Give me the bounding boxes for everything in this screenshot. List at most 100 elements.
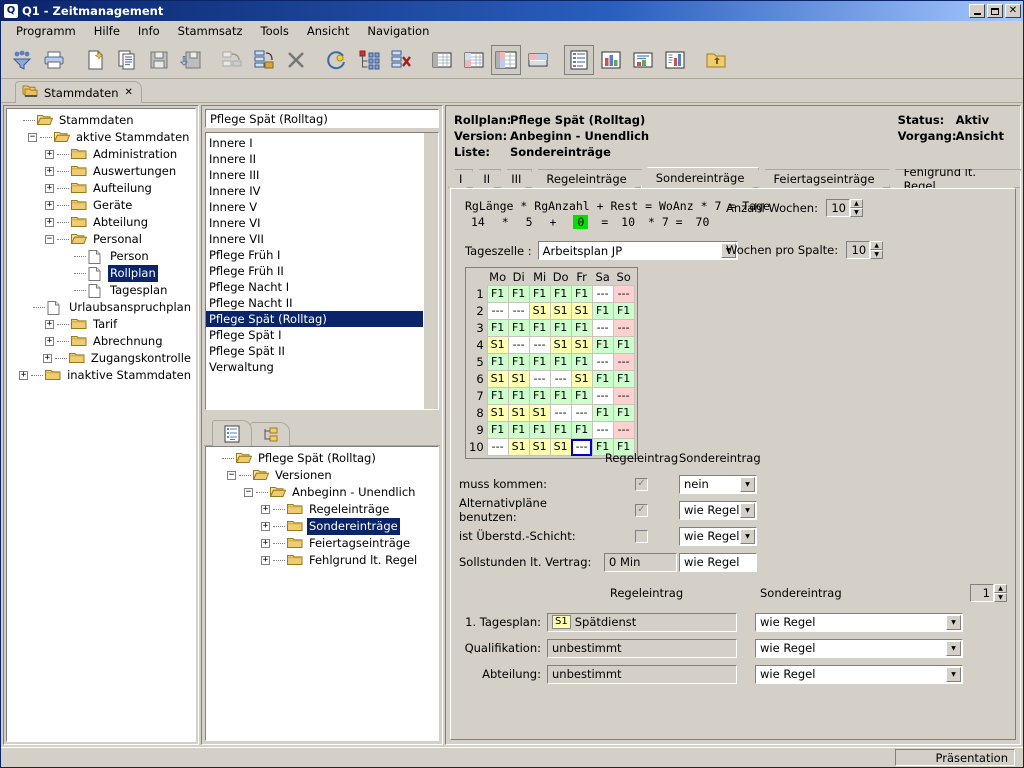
- grid-cell[interactable]: ---: [592, 422, 613, 439]
- collapse-icon[interactable]: −: [28, 133, 37, 142]
- list-item[interactable]: Innere I: [206, 135, 438, 151]
- delete-x-icon[interactable]: [281, 45, 311, 75]
- list-item[interactable]: Pflege Spät (Rolltag): [206, 311, 438, 327]
- version-tree-item-label[interactable]: Anbeginn - Unendlich: [290, 484, 417, 501]
- close-button[interactable]: ✕: [1005, 4, 1021, 18]
- spinner-up-icon[interactable]: ▲: [870, 241, 883, 250]
- apply-icon[interactable]: [249, 45, 279, 75]
- spinner-down-icon[interactable]: ▼: [870, 250, 883, 259]
- formula-rest-value[interactable]: 0: [573, 215, 588, 229]
- grid-cell[interactable]: F1: [613, 405, 634, 422]
- grid-cell[interactable]: S1: [529, 405, 550, 422]
- spinner-up-icon[interactable]: ▲: [850, 199, 863, 208]
- grid-cell[interactable]: F1: [529, 320, 550, 337]
- wochen-pro-spalte-value[interactable]: 10: [846, 241, 870, 259]
- grid-cell[interactable]: ---: [613, 354, 634, 371]
- list-item[interactable]: Innere IV: [206, 183, 438, 199]
- grid-cell[interactable]: F1: [613, 337, 634, 354]
- chevron-down-icon[interactable]: ▼: [740, 477, 755, 492]
- checkbox-regeleintrag[interactable]: ✓: [635, 504, 648, 517]
- grid-cell[interactable]: ---: [550, 405, 571, 422]
- version-tree-item-node[interactable]: +Regeleinträge: [208, 501, 436, 518]
- list-scrollbar[interactable]: [423, 133, 438, 409]
- expand-icon[interactable]: +: [261, 522, 270, 531]
- table-detail-icon[interactable]: [523, 45, 553, 75]
- tab-i[interactable]: I: [448, 169, 473, 188]
- doc-tab-stammdaten[interactable]: Stammdaten ✕: [15, 81, 142, 103]
- list-item[interactable]: Pflege Früh II: [206, 263, 438, 279]
- filter-people-icon[interactable]: [7, 45, 37, 75]
- collapse-icon[interactable]: −: [244, 488, 253, 497]
- list-item[interactable]: Pflege Früh I: [206, 247, 438, 263]
- menu-programm[interactable]: Programm: [7, 22, 85, 40]
- version-tree-item-node[interactable]: − Anbeginn - Unendlich: [208, 484, 436, 501]
- grid-cell[interactable]: F1: [550, 286, 571, 303]
- grid-cell[interactable]: S1: [508, 405, 529, 422]
- stammdaten-tree-item-label[interactable]: Aufteilung: [91, 180, 154, 197]
- stammdaten-tree-item-node[interactable]: +Auswertungen: [9, 163, 193, 180]
- list-item[interactable]: Innere V: [206, 199, 438, 215]
- tab-fehlgrund-lt-regel[interactable]: Fehlgrund lt. Regel: [889, 169, 1021, 188]
- chevron-down-icon[interactable]: ▼: [740, 503, 755, 518]
- anzahl-wochen-value[interactable]: 10: [826, 199, 850, 217]
- grid-cell[interactable]: F1: [571, 320, 592, 337]
- grid-cell[interactable]: ---: [592, 320, 613, 337]
- grid-cell[interactable]: F1: [571, 388, 592, 405]
- stammdaten-tree-item-node[interactable]: Urlaubsanspruchplan: [9, 299, 193, 316]
- menu-navigation[interactable]: Navigation: [358, 22, 438, 40]
- minimize-button[interactable]: [969, 4, 985, 18]
- list-item[interactable]: Pflege Nacht II: [206, 295, 438, 311]
- undo-icon[interactable]: [217, 45, 247, 75]
- expand-icon[interactable]: +: [45, 320, 54, 329]
- version-tree-item-node[interactable]: +Feiertagseinträge: [208, 535, 436, 552]
- tab-iii[interactable]: III: [500, 169, 532, 188]
- expand-icon[interactable]: +: [45, 337, 54, 346]
- save-icon[interactable]: [144, 45, 174, 75]
- rollplan-list[interactable]: Innere IInnere IIInnere IIIInnere IVInne…: [206, 133, 438, 377]
- grid-cell[interactable]: F1: [571, 422, 592, 439]
- stammdaten-tree-item-node[interactable]: +Zugangskontrolle: [9, 350, 193, 367]
- stammdaten-tree-item-node[interactable]: Person: [9, 248, 193, 265]
- version-tree-item-label[interactable]: Regeleinträge: [307, 501, 391, 518]
- stammdaten-tree-item-label[interactable]: Auswertungen: [91, 163, 178, 180]
- tab-ii[interactable]: II: [472, 169, 501, 188]
- expand-icon[interactable]: +: [19, 371, 28, 380]
- grid-cell[interactable]: ---: [613, 388, 634, 405]
- grid-cell[interactable]: S1: [508, 371, 529, 388]
- chart-bar-icon[interactable]: [596, 45, 626, 75]
- mini-tab-list-view[interactable]: [212, 420, 252, 446]
- list-item[interactable]: Innere VII: [206, 231, 438, 247]
- grid-cell[interactable]: F1: [487, 388, 508, 405]
- menu-info[interactable]: Info: [129, 22, 169, 40]
- expand-icon[interactable]: +: [261, 539, 270, 548]
- stammdaten-tree-item-node[interactable]: −aktive Stammdaten: [9, 129, 193, 146]
- version-tree-item-node[interactable]: +Sondereinträge: [208, 518, 436, 535]
- open-folder-icon[interactable]: [701, 45, 731, 75]
- grid-cell[interactable]: F1: [571, 286, 592, 303]
- schedule-grid[interactable]: MoDiMiDoFrSaSo1F1F1F1F1F1------2------S1…: [465, 267, 638, 459]
- grid-cell[interactable]: ---: [529, 371, 550, 388]
- expand-icon[interactable]: +: [261, 556, 270, 565]
- table-columns-icon[interactable]: [491, 45, 521, 75]
- menu-tools[interactable]: Tools: [252, 22, 298, 40]
- grid-cell[interactable]: F1: [529, 388, 550, 405]
- new-document-icon[interactable]: [80, 45, 110, 75]
- collapse-icon[interactable]: −: [45, 235, 54, 244]
- wochen-pro-spalte-stepper[interactable]: 10 ▲ ▼: [846, 241, 883, 259]
- tab-regeleintr-ge[interactable]: Regeleinträge: [531, 169, 641, 188]
- grid-cell[interactable]: F1: [613, 371, 634, 388]
- print-icon[interactable]: [39, 45, 69, 75]
- save-as-icon[interactable]: [176, 45, 206, 75]
- grid-cell[interactable]: F1: [550, 354, 571, 371]
- grid-cell[interactable]: F1: [508, 286, 529, 303]
- tree-expand-icon[interactable]: [354, 45, 384, 75]
- spinner-down-icon[interactable]: ▼: [850, 208, 863, 217]
- close-icon[interactable]: ✕: [124, 87, 132, 98]
- list-item[interactable]: Verwaltung: [206, 359, 438, 375]
- list-item[interactable]: Innere II: [206, 151, 438, 167]
- grid-cell[interactable]: F1: [592, 371, 613, 388]
- grid-cell[interactable]: ---: [571, 405, 592, 422]
- stammdaten-tree[interactable]: Stammdaten−aktive Stammdaten+Administrat…: [7, 109, 195, 387]
- version-tree[interactable]: Pflege Spät (Rolltag)−Versionen−Anbeginn…: [206, 447, 438, 572]
- version-tree-item-label[interactable]: Versionen: [273, 467, 334, 484]
